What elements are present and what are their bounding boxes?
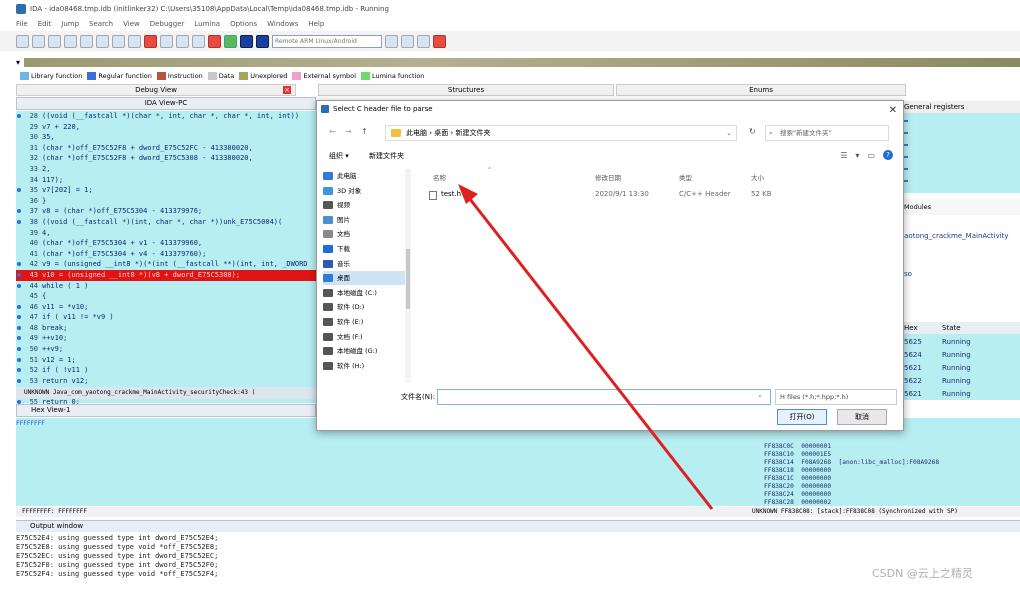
annotation-arrow-head: [458, 184, 478, 204]
annotation-arrow: [458, 184, 714, 510]
watermark: CSDN @云上之精灵: [872, 567, 973, 580]
annotation-arrow-line: [464, 193, 714, 510]
